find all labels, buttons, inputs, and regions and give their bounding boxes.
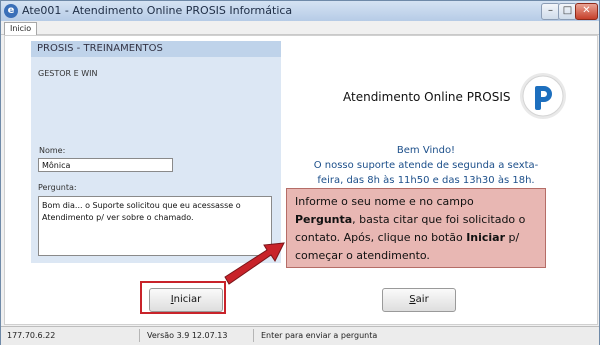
welcome-line-2: O nosso suporte atende de segunda a sext…: [313, 160, 539, 171]
welcome-line-3: feira, das 8h às 11h50 e das 13h30 às 18…: [317, 175, 535, 186]
question-textarea[interactable]: Bom dia... o Suporte solicitou que eu ac…: [38, 196, 272, 256]
status-hint: Enter para enviar a pergunta: [261, 331, 378, 340]
tab-inicio[interactable]: Inicio: [4, 22, 38, 35]
panel-title: PROSIS - TREINAMENTOS: [37, 43, 163, 54]
close-button[interactable]: ✕: [575, 3, 598, 20]
tab-bar: Inicio: [1, 21, 599, 35]
status-ip: 177.70.6.22: [7, 331, 56, 340]
prosis-logo-icon: [520, 73, 566, 119]
status-bar: 177.70.6.22 Versão 3.9 12.07.13 Enter pa…: [1, 326, 599, 345]
sair-button[interactable]: Sair: [382, 288, 456, 312]
callout-bold-pergunta: Pergunta: [295, 213, 353, 226]
iniciar-label: niciar: [173, 294, 202, 305]
status-divider: [253, 329, 254, 342]
name-label: Nome:: [39, 146, 66, 155]
instruction-callout: Informe o seu nome e no campo Pergunta, …: [286, 188, 546, 268]
window-title: Ate001 - Atendimento Online PROSIS Infor…: [22, 4, 293, 17]
logo-graphic: [522, 75, 564, 117]
iniciar-button[interactable]: Iniciar: [149, 288, 223, 312]
status-divider: [139, 329, 140, 342]
app-icon: e: [4, 4, 18, 18]
page-heading: Atendimento Online PROSIS: [343, 90, 511, 104]
training-panel: PROSIS - TREINAMENTOS GESTOR E WIN Nome:…: [31, 41, 281, 263]
status-version: Versão 3.9 12.07.13: [147, 331, 228, 340]
sair-label: air: [415, 294, 429, 305]
callout-bold-iniciar: Iniciar: [466, 231, 506, 244]
panel-header: PROSIS - TREINAMENTOS: [31, 41, 281, 57]
title-bar: e Ate001 - Atendimento Online PROSIS Inf…: [1, 1, 599, 21]
welcome-line-1: Bem Vindo!: [396, 145, 456, 156]
callout-text-1: Informe o seu nome e no campo: [295, 195, 474, 208]
panel-subtitle: GESTOR E WIN: [38, 69, 98, 78]
welcome-message: Bem Vindo! O nosso suporte atende de seg…: [286, 143, 566, 188]
question-label: Pergunta:: [38, 183, 77, 192]
name-input[interactable]: Mônica: [38, 158, 173, 172]
app-window: e Ate001 - Atendimento Online PROSIS Inf…: [0, 0, 600, 345]
